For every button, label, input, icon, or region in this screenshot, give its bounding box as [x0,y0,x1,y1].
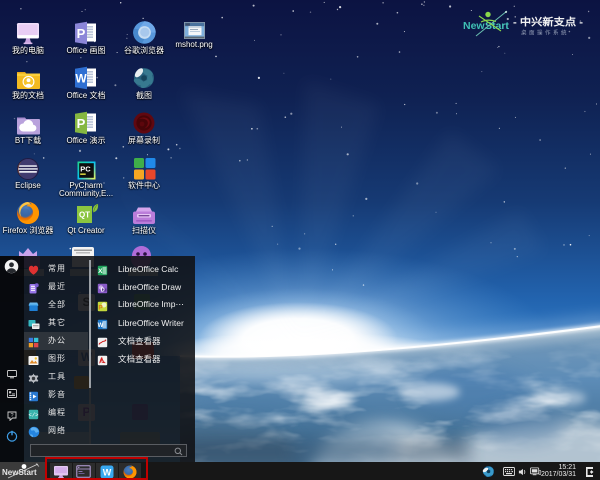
svg-text:D: D [101,288,105,294]
svg-text:?: ? [10,413,13,419]
svg-text:P: P [77,26,86,41]
svg-text:QT: QT [78,211,89,220]
svg-text:P: P [98,305,103,312]
svg-text:桌面操作系统: 桌面操作系统 [521,29,569,37]
svg-text:P: P [77,116,86,131]
svg-text:W: W [98,323,104,329]
svg-text:X: X [98,268,103,275]
svg-text:PC: PC [80,165,91,174]
svg-text:</>: </> [29,412,39,419]
svg-text:- 中兴新支点 -: - 中兴新支点 - [513,16,583,29]
svg-text:W: W [75,72,87,86]
